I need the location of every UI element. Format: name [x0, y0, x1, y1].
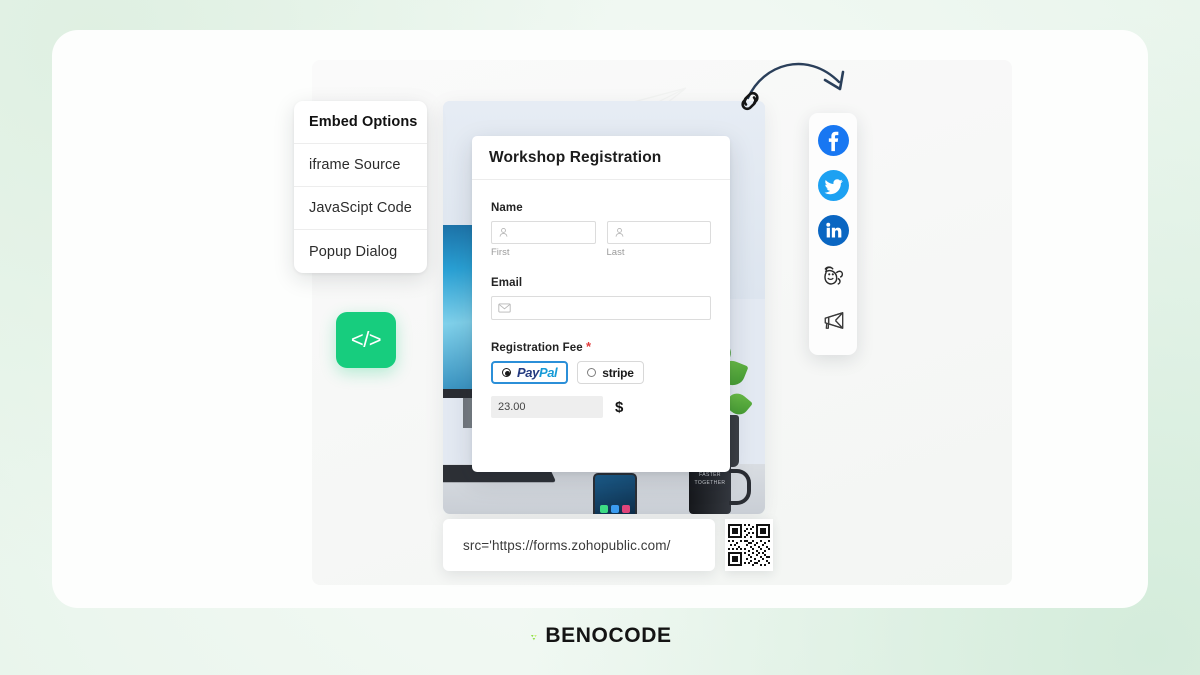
- social-share-rail: [809, 113, 857, 355]
- email-field-label: Email: [491, 277, 523, 289]
- first-name-sublabel: First: [491, 247, 510, 258]
- phone-icon: [593, 472, 637, 514]
- mug-text-line2: TOGETHER: [694, 479, 726, 486]
- menu-item-embed-options[interactable]: Embed Options: [294, 101, 427, 144]
- form-header: Workshop Registration: [472, 136, 730, 180]
- email-input[interactable]: [491, 296, 711, 320]
- qr-code-icon: [728, 524, 770, 566]
- code-brackets-icon: </>: [350, 327, 382, 352]
- menu-item-popup-dialog[interactable]: Popup Dialog: [294, 230, 427, 273]
- radio-icon: [587, 368, 597, 377]
- envelope-icon: [498, 303, 511, 313]
- iframe-src-bar[interactable]: src='https://forms.zohopublic.com/: [443, 519, 715, 571]
- menu-item-label: Embed Options: [309, 114, 418, 130]
- currency-symbol: $: [615, 398, 624, 416]
- person-icon: [499, 228, 508, 237]
- menu-item-iframe-source[interactable]: iframe Source: [294, 144, 427, 187]
- brand-name: BENOCODE: [545, 624, 672, 647]
- email-campaign-icon[interactable]: [818, 305, 849, 336]
- qr-code[interactable]: [725, 519, 773, 571]
- amount-input[interactable]: 23.00: [491, 396, 603, 418]
- registration-form: Workshop Registration Name First Last Em…: [472, 136, 730, 472]
- person-icon: [615, 228, 623, 237]
- facebook-icon[interactable]: [817, 125, 849, 156]
- payment-option-stripe[interactable]: stripe: [577, 361, 644, 384]
- linkedin-icon[interactable]: [817, 215, 849, 246]
- twitter-icon[interactable]: [817, 170, 849, 201]
- menu-item-label: iframe Source: [309, 157, 401, 173]
- required-marker: *: [586, 339, 592, 354]
- form-title: Workshop Registration: [489, 148, 662, 166]
- payment-option-paypal[interactable]: PayPal: [491, 361, 569, 384]
- stripe-logo-label: stripe: [602, 365, 634, 380]
- mug-text-line1: FASTER: [699, 472, 721, 479]
- chain-link-icon: [741, 91, 759, 111]
- mailchimp-icon[interactable]: [818, 260, 849, 291]
- menu-item-javascript-code[interactable]: JavaScipt Code: [294, 187, 427, 230]
- iframe-src-value: src='https://forms.zohopublic.com/: [463, 537, 671, 553]
- name-field-label: Name: [491, 202, 523, 214]
- brand-logo: BENOCODE: [0, 624, 1200, 648]
- paypal-logo-icon: PayPal: [517, 365, 558, 380]
- registration-fee-label: Registration Fee *: [491, 339, 592, 354]
- embed-code-button[interactable]: </>: [336, 312, 396, 368]
- last-name-input[interactable]: [606, 221, 711, 244]
- menu-item-label: Popup Dialog: [309, 243, 398, 260]
- first-name-input[interactable]: [491, 221, 596, 244]
- benocode-mark-icon: [531, 635, 538, 641]
- embed-options-menu[interactable]: Embed Options iframe Source JavaScipt Co…: [294, 101, 427, 273]
- last-name-sublabel: Last: [606, 247, 625, 258]
- menu-item-label: JavaScipt Code: [309, 200, 412, 216]
- radio-icon: [502, 368, 511, 377]
